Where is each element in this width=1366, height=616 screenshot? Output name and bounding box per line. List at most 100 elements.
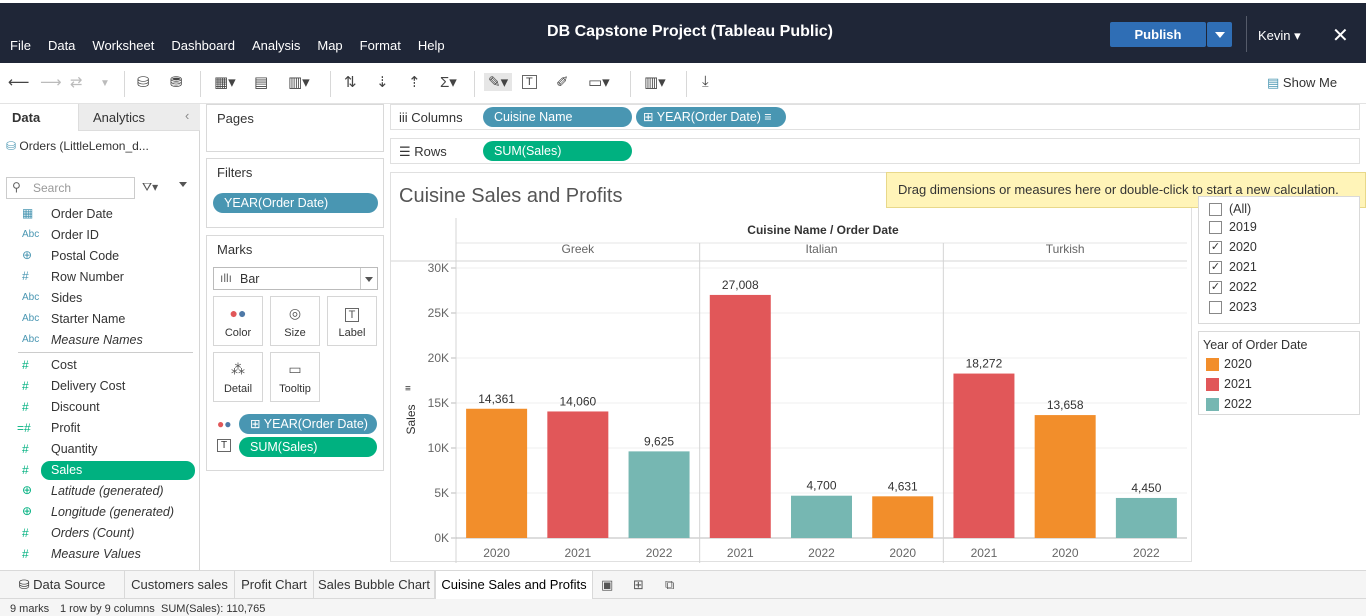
bar[interactable] (628, 451, 690, 538)
search-input[interactable]: ⚲ Search (6, 177, 135, 199)
collapse-icon[interactable]: ‹ (185, 108, 189, 123)
size-button[interactable]: ◎ Size (270, 296, 320, 346)
replay-icon[interactable]: ⇄ (70, 73, 83, 91)
field-profit[interactable]: =# Profit (0, 419, 200, 440)
field-latitude[interactable]: ⊕ Latitude (generated) (0, 482, 200, 503)
bar-chart[interactable]: Cuisine Name / Order Date 0K 5K 10K 15K 20K 25… (391, 173, 1191, 563)
mark-type-select[interactable]: ıllı Bar (213, 267, 378, 290)
checkbox[interactable] (1209, 203, 1222, 216)
menu-format[interactable]: Format (360, 38, 401, 53)
fit-icon[interactable]: ▭▾ (588, 73, 610, 91)
field-measure-names[interactable]: Abc Measure Names (0, 331, 200, 352)
columns-pill-year[interactable]: ⊞ YEAR(Order Date) ≡ (636, 107, 786, 127)
menu-help[interactable]: Help (418, 38, 445, 53)
new-worksheet-icon[interactable]: ▣ (601, 577, 613, 593)
number-icon: # (22, 379, 29, 393)
new-story-icon[interactable]: ⧉ (665, 577, 674, 593)
tab-customers-sales[interactable]: Customers sales (125, 571, 235, 599)
datasource-refresh-icon[interactable]: ⛃ (170, 73, 183, 91)
bar[interactable] (466, 408, 528, 538)
publish-button[interactable]: Publish (1110, 22, 1206, 47)
tab-data-source[interactable]: ⛁ Data Source (0, 571, 125, 599)
rows-pill-sales[interactable]: SUM(Sales) (483, 141, 632, 161)
chevron-down-icon[interactable]: ▼ (100, 78, 110, 89)
color-button[interactable]: ●● Color (213, 296, 263, 346)
label-button[interactable]: T Label (327, 296, 377, 346)
download-icon[interactable]: ⤓ (702, 73, 709, 90)
rows-shelf[interactable]: ☰ Rows SUM(Sales) (390, 138, 1360, 164)
field-row-number[interactable]: # Row Number (0, 268, 200, 289)
field-sides[interactable]: Abc Sides (0, 289, 200, 310)
tab-cuisine-sales-and-profits[interactable]: Cuisine Sales and Profits (435, 571, 593, 599)
bar[interactable] (791, 495, 852, 538)
columns-shelf[interactable]: iii Columns Cuisine Name ⊞ YEAR(Order Da… (390, 104, 1360, 130)
totals-icon[interactable]: Σ▾ (440, 73, 457, 91)
checkbox-checked[interactable]: ✓ (1209, 261, 1222, 274)
presentation-icon[interactable]: ▥▾ (644, 73, 666, 91)
new-worksheet-icon[interactable]: ▦▾ (214, 73, 236, 91)
menu-worksheet[interactable]: Worksheet (92, 38, 154, 53)
checkbox[interactable] (1209, 301, 1222, 314)
menu-dashboard[interactable]: Dashboard (171, 38, 235, 53)
field-longitude[interactable]: ⊕ Longitude (generated) (0, 503, 200, 524)
field-label: Starter Name (51, 312, 126, 326)
tab-analytics[interactable]: Analytics ‹ (78, 104, 200, 131)
new-datasource-icon[interactable]: ⛁ (137, 73, 150, 91)
field-cost[interactable]: # Cost (0, 356, 200, 377)
undo-icon[interactable]: ⟵ (8, 73, 30, 91)
swap-icon[interactable]: ⇅ (344, 73, 357, 91)
sort-ascending-icon[interactable]: ⇣ (376, 73, 389, 91)
checkbox-checked[interactable]: ✓ (1209, 281, 1222, 294)
field-delivery-cost[interactable]: # Delivery Cost (0, 377, 200, 398)
bar[interactable] (1115, 497, 1177, 538)
filter-icon[interactable]: ⛛▾ (142, 180, 158, 195)
datasource-name[interactable]: ⛁ Orders (LittleLemon_d... (6, 139, 149, 153)
chevron-down-icon[interactable] (179, 182, 187, 187)
viz-area[interactable]: Cuisine Sales and Profits Cuisine Name /… (390, 172, 1192, 563)
field-order-date[interactable]: ▦ Order Date (0, 205, 200, 226)
highlight-icon[interactable]: ✎▾ (484, 73, 513, 91)
checkbox-checked[interactable]: ✓ (1209, 241, 1222, 254)
pages-shelf[interactable]: Pages (206, 104, 384, 152)
show-labels-icon[interactable]: T (522, 75, 537, 89)
field-postal-code[interactable]: ⊕ Postal Code (0, 247, 200, 268)
detail-button[interactable]: ⁂ Detail (213, 352, 263, 402)
tab-profit-chart[interactable]: Profit Chart (235, 571, 314, 599)
columns-pill-cuisine[interactable]: Cuisine Name (483, 107, 632, 127)
menu-analysis[interactable]: Analysis (252, 38, 300, 53)
marks-pill-color[interactable]: ⊞ YEAR(Order Date) (239, 414, 377, 434)
tab-data[interactable]: Data (12, 110, 40, 125)
close-icon[interactable]: ✕ (1332, 23, 1349, 48)
bar[interactable] (1034, 415, 1096, 538)
filter-pill-year[interactable]: YEAR(Order Date) (213, 193, 378, 213)
show-me-button[interactable]: ▤ Show Me (1267, 75, 1337, 91)
bar[interactable] (953, 373, 1015, 538)
user-menu[interactable]: Kevin ▾ (1258, 28, 1301, 44)
menu-data[interactable]: Data (48, 38, 75, 53)
redo-icon[interactable]: ⟶ (40, 73, 62, 91)
field-order-id[interactable]: Abc Order ID (0, 226, 200, 247)
format-workbook-icon[interactable]: ✐ (556, 73, 569, 91)
tooltip-button[interactable]: ▭ Tooltip (270, 352, 320, 402)
tab-sales-bubble-chart[interactable]: Sales Bubble Chart (314, 571, 435, 599)
field-orders-count[interactable]: # Orders (Count) (0, 524, 200, 545)
bar[interactable] (547, 411, 609, 538)
bar[interactable] (872, 496, 934, 538)
marks-pill-label[interactable]: SUM(Sales) (239, 437, 377, 457)
sort-descending-icon[interactable]: ⇡ (408, 73, 421, 91)
new-dashboard-icon[interactable]: ⊞ (633, 577, 644, 593)
field-quantity[interactable]: # Quantity (0, 440, 200, 461)
field-sales[interactable]: # Sales (0, 461, 200, 482)
menu-map[interactable]: Map (317, 38, 342, 53)
publish-dropdown-button[interactable] (1207, 22, 1232, 47)
field-starter-name[interactable]: Abc Starter Name (0, 310, 200, 331)
marks-pill-color-label: YEAR(Order Date) (263, 417, 368, 431)
clear-sheet-icon[interactable]: ▥▾ (288, 73, 310, 91)
duplicate-sheet-icon[interactable]: ▤ (254, 73, 268, 91)
checkbox[interactable] (1209, 221, 1222, 234)
bar[interactable] (709, 294, 771, 538)
field-discount[interactable]: # Discount (0, 398, 200, 419)
field-measure-values[interactable]: # Measure Values (0, 545, 200, 566)
filters-shelf[interactable]: Filters YEAR(Order Date) (206, 158, 384, 228)
menu-file[interactable]: File (10, 38, 31, 53)
